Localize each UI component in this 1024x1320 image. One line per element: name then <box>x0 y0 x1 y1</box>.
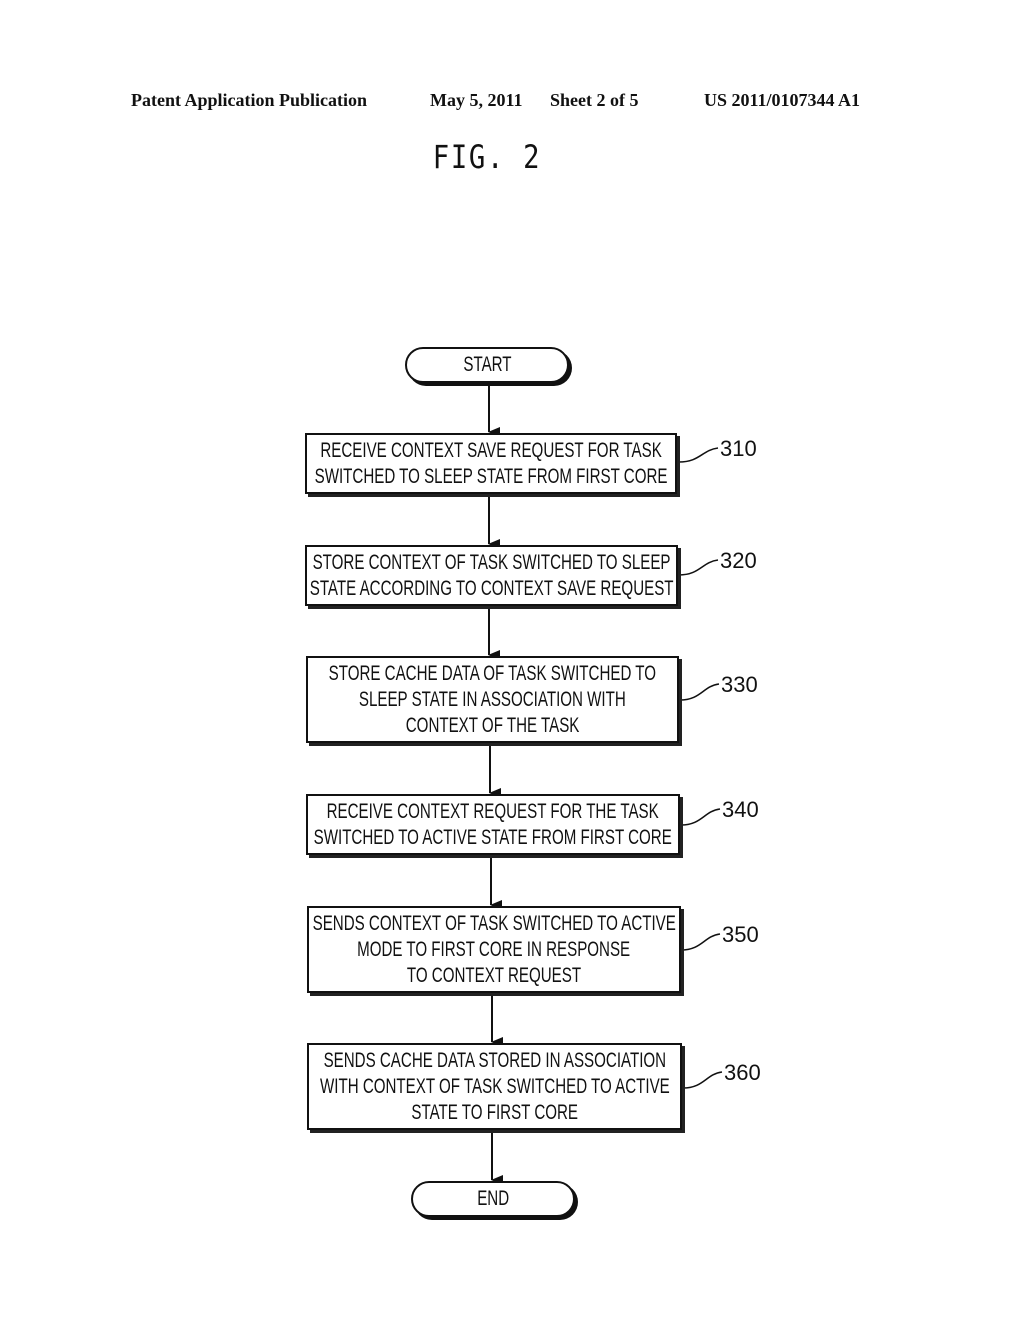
end-label: END <box>477 1187 509 1210</box>
leader-320 <box>678 559 719 576</box>
step-320-line-1: STORE CONTEXT OF TASK SWITCHED TO SLEEP <box>312 550 671 574</box>
step-350-line-2: MODE TO FIRST CORE IN RESPONSE <box>357 937 631 961</box>
ref-330: 330 <box>721 672 758 697</box>
ref-350: 350 <box>722 922 759 947</box>
step-350-line-1: SENDS CONTEXT OF TASK SWITCHED TO ACTIVE <box>312 911 676 935</box>
step-360-box: SENDS CACHE DATA STORED IN ASSOCIATION W… <box>307 1043 682 1130</box>
ref-360: 360 <box>724 1060 761 1085</box>
end-terminal: END <box>411 1181 575 1217</box>
step-360-line-3: STATE TO FIRST CORE <box>411 1100 578 1124</box>
leader-340 <box>680 808 721 826</box>
ref-320: 320 <box>720 548 757 573</box>
step-360-line-2: WITH CONTEXT OF TASK SWITCHED TO ACTIVE <box>319 1074 670 1098</box>
step-350-line-3: TO CONTEXT REQUEST <box>406 963 582 987</box>
step-310-box: RECEIVE CONTEXT SAVE REQUEST FOR TASK SW… <box>305 433 677 494</box>
step-320-box: STORE CONTEXT OF TASK SWITCHED TO SLEEP … <box>305 545 678 606</box>
step-330-line-1: STORE CACHE DATA OF TASK SWITCHED TO <box>328 661 657 685</box>
start-terminal: START <box>405 347 569 383</box>
step-340-line-1: RECEIVE CONTEXT REQUEST FOR THE TASK <box>326 799 660 823</box>
step-310-line-2: SWITCHED TO SLEEP STATE FROM FIRST CORE <box>314 464 668 488</box>
ref-310: 310 <box>720 436 757 461</box>
step-330-line-2: SLEEP STATE IN ASSOCIATION WITH <box>359 687 626 711</box>
start-label: START <box>462 353 512 376</box>
leader-310 <box>678 447 719 463</box>
step-330-line-3: CONTEXT OF THE TASK <box>405 713 580 737</box>
step-320-line-2: STATE ACCORDING TO CONTEXT SAVE REQUEST <box>309 576 674 600</box>
ref-340: 340 <box>722 797 759 822</box>
leader-330 <box>679 683 720 701</box>
leader-360 <box>682 1071 723 1089</box>
step-340-line-2: SWITCHED TO ACTIVE STATE FROM FIRST CORE <box>313 825 673 849</box>
leader-350 <box>680 933 721 951</box>
step-340-box: RECEIVE CONTEXT REQUEST FOR THE TASK SWI… <box>306 794 680 855</box>
step-310-line-1: RECEIVE CONTEXT SAVE REQUEST FOR TASK <box>320 438 662 462</box>
step-350-box: SENDS CONTEXT OF TASK SWITCHED TO ACTIVE… <box>307 906 681 993</box>
step-360-line-1: SENDS CACHE DATA STORED IN ASSOCIATION <box>323 1048 666 1072</box>
step-330-box: STORE CACHE DATA OF TASK SWITCHED TO SLE… <box>306 656 679 743</box>
